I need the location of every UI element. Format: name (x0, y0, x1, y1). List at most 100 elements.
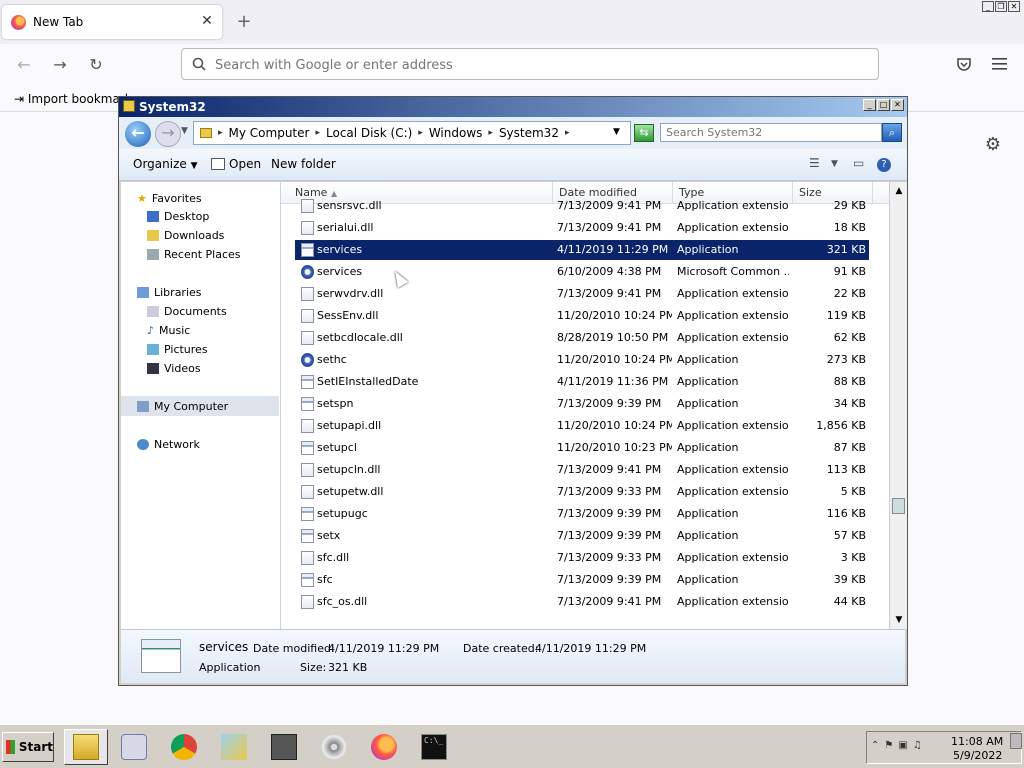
table-row[interactable]: setupetw.dll 7/13/2009 9:33 PM Application… (295, 482, 869, 502)
clock-time[interactable]: 11:08 AM (951, 735, 1003, 748)
restore-icon[interactable]: ❐ (995, 1, 1007, 12)
details-size-label: Size: (300, 661, 327, 674)
forward-arrow-icon[interactable]: → (46, 52, 74, 78)
table-row[interactable]: sfc.dll 7/13/2009 9:33 PM Application exte… (295, 548, 869, 568)
new-folder-button[interactable]: New folder (271, 157, 336, 171)
table-row[interactable]: setx 7/13/2009 9:39 PM Application 57 KB (295, 526, 869, 546)
nav-music[interactable]: ♪ Music (147, 324, 190, 337)
table-row[interactable]: SetIEInstalledDate 4/11/2019 11:36 PM Appl… (295, 372, 869, 392)
menu-icon[interactable] (992, 57, 1007, 71)
table-row[interactable]: setupcln.dll 7/13/2009 9:41 PM Application… (295, 460, 869, 480)
taskbar-cmd[interactable]: C:\_ (412, 729, 456, 765)
taskbar-firefox[interactable] (362, 729, 406, 765)
taskbar-folders[interactable] (212, 729, 256, 765)
table-row[interactable]: setupugc 7/13/2009 9:39 PM Application 116 … (295, 504, 869, 524)
taskbar-app[interactable] (262, 729, 306, 765)
nav-my-computer[interactable]: My Computer (121, 396, 279, 416)
table-row[interactable]: setupapi.dll 11/20/2010 10:24 PM Applicati… (295, 416, 869, 436)
table-row[interactable]: setspn 7/13/2009 9:39 PM Application 34 KB (295, 394, 869, 414)
breadcrumb-separator-icon[interactable]: ▸ (315, 128, 320, 138)
table-row[interactable]: services 6/10/2009 4:38 PM Microsoft Commo… (295, 262, 869, 282)
table-row[interactable]: sensrsvc.dll 7/13/2009 9:41 PM Application… (295, 196, 869, 216)
pocket-icon[interactable] (956, 56, 972, 72)
taskbar-chrome[interactable] (162, 729, 206, 765)
nav-documents[interactable]: Documents (147, 305, 227, 318)
volume-icon[interactable]: ♫ (913, 740, 922, 751)
explorer-close-button[interactable]: ✕ (891, 99, 904, 111)
forward-button[interactable]: → (155, 121, 181, 147)
search-input[interactable] (666, 125, 876, 140)
nav-desktop[interactable]: Desktop (147, 210, 209, 223)
scroll-up-icon[interactable]: ▲ (891, 183, 907, 199)
table-row[interactable]: SessEnv.dll 11/20/2010 10:24 PM Applicatio… (295, 306, 869, 326)
breadcrumb-system32[interactable]: System32 (499, 126, 559, 140)
back-arrow-icon[interactable]: ← (10, 52, 38, 78)
taskbar-explorer[interactable] (64, 729, 108, 765)
tab-new-tab[interactable]: New Tab ✕ (2, 5, 222, 39)
nav-videos[interactable]: Videos (147, 362, 201, 375)
url-input[interactable] (215, 55, 855, 75)
file-date: 7/13/2009 9:39 PM (557, 507, 662, 520)
breadcrumb-local-disk[interactable]: Local Disk (C:) (326, 126, 412, 140)
table-row[interactable]: serwvdrv.dll 7/13/2009 9:41 PM Application… (295, 284, 869, 304)
breadcrumb-separator-icon[interactable]: ▸ (565, 128, 570, 138)
back-button[interactable]: ← (125, 121, 151, 147)
table-row[interactable]: sfc_os.dll 7/13/2009 9:41 PM Application e… (295, 592, 869, 612)
network-tray-icon[interactable]: ▣ (898, 740, 907, 751)
table-row[interactable]: setupcl 11/20/2010 10:23 PM Application 87 … (295, 438, 869, 458)
new-tab-button[interactable]: + (233, 11, 255, 33)
nav-favorites[interactable]: ★ Favorites (137, 192, 202, 205)
table-row[interactable]: serialui.dll 7/13/2009 9:41 PM Application… (295, 218, 869, 238)
view-options-icon[interactable]: ☰ (809, 156, 820, 170)
gear-icon[interactable]: ⚙ (982, 134, 1004, 156)
table-row[interactable]: sethc 11/20/2010 10:24 PM Application 273 K… (295, 350, 869, 370)
taskbar-dvd[interactable] (312, 729, 356, 765)
refresh-icon[interactable]: ⇆ (634, 124, 654, 142)
show-desktop-button[interactable] (1010, 733, 1022, 749)
scrollbar-thumb[interactable] (892, 498, 905, 514)
explorer-titlebar[interactable]: System32 _ □ ✕ (119, 97, 907, 117)
explorer-maximize-button[interactable]: □ (877, 99, 890, 111)
table-row[interactable]: services 4/11/2019 11:29 PM Application 321… (295, 240, 869, 260)
close-tab-icon[interactable]: ✕ (198, 11, 216, 31)
action-center-icon[interactable]: ⚑ (884, 740, 893, 751)
nav-downloads[interactable]: Downloads (147, 229, 224, 242)
start-button[interactable]: Start (2, 732, 54, 762)
breadcrumb-separator-icon[interactable]: ▸ (418, 128, 423, 138)
search-box[interactable] (660, 123, 882, 142)
vertical-scrollbar[interactable]: ▲ ▼ (889, 182, 907, 629)
reload-icon[interactable]: ↻ (82, 52, 110, 78)
explorer-minimize-button[interactable]: _ (863, 99, 876, 111)
table-row[interactable]: setbcdlocale.dll 8/28/2019 10:50 PM Applic… (295, 328, 869, 348)
clock-date[interactable]: 5/9/2022 (953, 749, 1002, 762)
folders-icon (221, 734, 247, 760)
nav-label: Desktop (164, 210, 210, 223)
star-icon: ★ (137, 192, 147, 205)
breadcrumb[interactable]: ▸ My Computer ▸ Local Disk (C:) ▸ Window… (193, 121, 631, 145)
help-icon[interactable]: ? (877, 158, 891, 172)
file-size: 273 KB (826, 353, 866, 366)
search-icon[interactable]: ⌕ (882, 123, 902, 142)
close-window-icon[interactable]: ✕ (1008, 1, 1020, 12)
taskbar-media-player[interactable] (112, 729, 156, 765)
dll-icon (301, 309, 314, 323)
nav-libraries[interactable]: Libraries (137, 286, 202, 299)
show-hidden-icons-icon[interactable]: ⌃ (871, 740, 879, 751)
organize-button[interactable]: Organize ▼ (133, 157, 198, 171)
scroll-down-icon[interactable]: ▼ (891, 612, 907, 628)
breadcrumb-my-computer[interactable]: My Computer (229, 126, 310, 140)
view-dropdown-icon[interactable]: ▼ (831, 159, 838, 169)
nav-network[interactable]: Network (137, 438, 200, 451)
history-dropdown-icon[interactable]: ▼ (181, 126, 188, 136)
nav-recent-places[interactable]: Recent Places (147, 248, 241, 261)
open-button[interactable]: Open (211, 157, 261, 171)
breadcrumb-windows[interactable]: Windows (429, 126, 483, 140)
url-bar[interactable] (181, 48, 879, 80)
table-row[interactable]: sfc 7/13/2009 9:39 PM Application 39 KB (295, 570, 869, 590)
preview-pane-icon[interactable]: ▭ (853, 156, 864, 170)
minimize-icon[interactable]: _ (982, 1, 994, 12)
breadcrumb-separator-icon[interactable]: ▸ (218, 128, 223, 138)
breadcrumb-separator-icon[interactable]: ▸ (488, 128, 493, 138)
address-dropdown-icon[interactable]: ▼ (613, 127, 620, 137)
nav-pictures[interactable]: Pictures (147, 343, 208, 356)
